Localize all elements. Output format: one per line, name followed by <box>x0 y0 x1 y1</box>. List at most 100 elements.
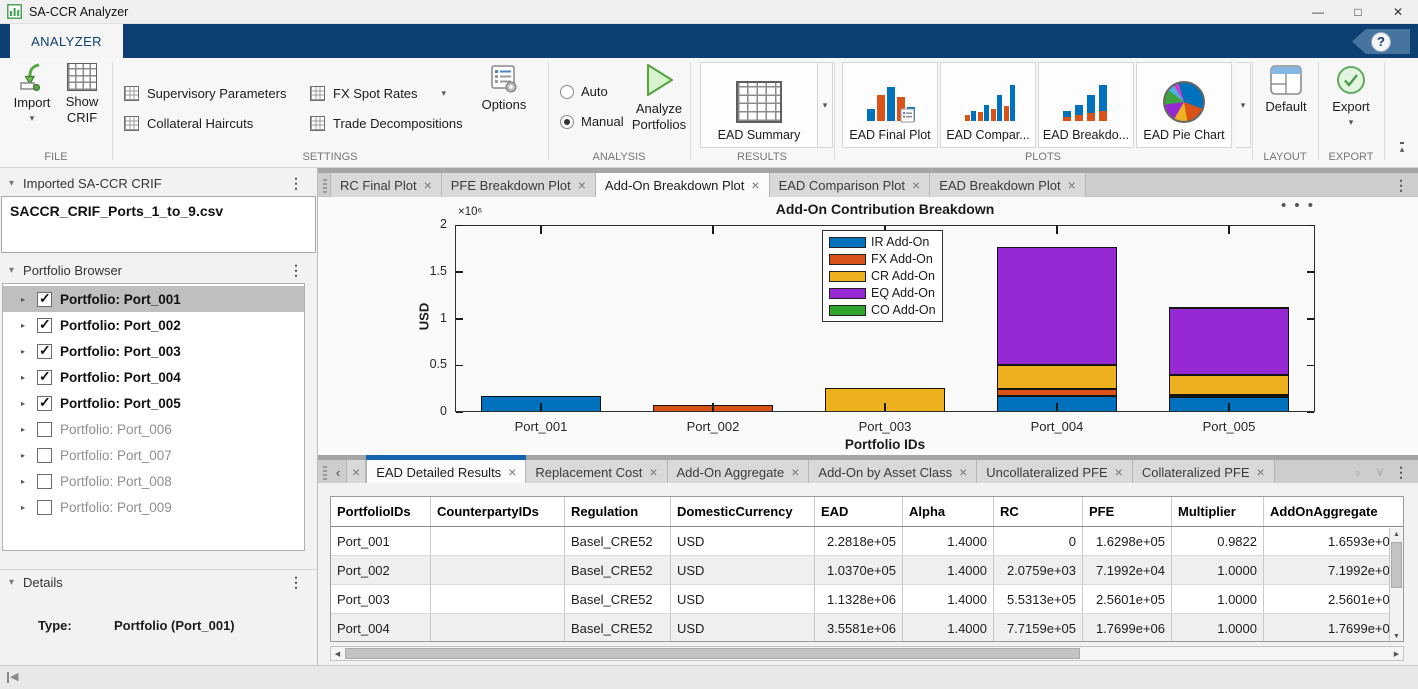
portfolio-item-port-009[interactable]: ▸Portfolio: Port_009 <box>3 494 304 520</box>
trade-decompositions-button[interactable]: Trade Decompositions <box>310 112 463 134</box>
table-cell[interactable]: Port_004 <box>331 614 431 642</box>
collapse-sidebar-icon[interactable]: ◀ <box>7 672 18 683</box>
manual-radio[interactable]: Manual <box>560 114 624 129</box>
ead-comparison-plot-button[interactable]: EAD Compar... <box>940 62 1036 148</box>
table-row-port-004[interactable]: Port_004Basel_CRE52USD3.5581e+061.40007.… <box>331 614 1403 642</box>
table-cell[interactable]: Basel_CRE52 <box>565 556 671 584</box>
table-cell[interactable]: 3.5581e+06 <box>815 614 903 642</box>
panel-menu-icon[interactable]: ⋮ <box>289 574 303 591</box>
result-tab-ead-detailed-results[interactable]: EAD Detailed Results× <box>366 460 526 484</box>
close-button[interactable]: ✕ <box>1378 0 1418 24</box>
table-cell[interactable]: 1.7699e+06 <box>1264 614 1404 642</box>
column-header-alpha[interactable]: Alpha <box>903 497 994 526</box>
close-icon[interactable]: × <box>424 178 432 192</box>
table-cell[interactable]: 0.9822 <box>1172 527 1264 555</box>
portfolio-item-port-008[interactable]: ▸Portfolio: Port_008 <box>3 468 304 494</box>
close-icon[interactable]: × <box>508 465 516 479</box>
panel-collapse-icon[interactable]: ▾ <box>9 178 14 189</box>
portfolio-item-port-001[interactable]: ▸Portfolio: Port_001 <box>3 286 304 312</box>
table-row-port-001[interactable]: Port_001Basel_CRE52USD2.2818e+051.400001… <box>331 527 1403 556</box>
expand-caret-icon[interactable]: ▸ <box>21 295 33 304</box>
close-icon[interactable]: × <box>912 178 920 192</box>
plot-tab-rc-final-plot[interactable]: RC Final Plot× <box>330 173 442 197</box>
column-header-rc[interactable]: RC <box>994 497 1083 526</box>
table-cell[interactable]: 7.1992e+04 <box>1083 556 1172 584</box>
scroll-down-arrow-icon[interactable]: ▼ <box>1390 630 1403 642</box>
table-cell[interactable]: 1.7699e+06 <box>1083 614 1172 642</box>
table-cell[interactable]: Basel_CRE52 <box>565 614 671 642</box>
expand-caret-icon[interactable]: ▸ <box>21 503 33 512</box>
options-button[interactable]: Options <box>476 64 532 113</box>
import-button[interactable]: Import ▾ <box>8 62 56 123</box>
horizontal-scroll-thumb[interactable] <box>345 648 1080 659</box>
tabbar-grip-icon[interactable] <box>321 177 328 193</box>
table-cell[interactable]: 1.4000 <box>903 614 994 642</box>
column-header-portfolioids[interactable]: PortfolioIDs <box>331 497 431 526</box>
collateral-haircuts-button[interactable]: Collateral Haircuts <box>124 112 253 134</box>
close-icon[interactable]: × <box>1257 465 1265 479</box>
portfolio-checkbox[interactable] <box>37 370 52 385</box>
table-cell[interactable] <box>431 614 565 642</box>
scroll-up-arrow-icon[interactable]: ▲ <box>1390 528 1403 541</box>
table-cell[interactable]: 1.4000 <box>903 527 994 555</box>
table-cell[interactable]: 5.5313e+05 <box>994 585 1083 613</box>
table-cell[interactable]: 1.6593e+05 <box>1264 527 1404 555</box>
close-icon[interactable]: × <box>649 465 657 479</box>
table-cell[interactable]: 2.5601e+05 <box>1264 585 1404 613</box>
plot-tab-ead-comparison-plot[interactable]: EAD Comparison Plot× <box>770 173 931 197</box>
table-cell[interactable]: 0 <box>994 527 1083 555</box>
result-tab-add-on-by-asset-class[interactable]: Add-On by Asset Class× <box>809 460 977 484</box>
table-cell[interactable]: USD <box>671 614 815 642</box>
table-cell[interactable]: 2.0759e+03 <box>994 556 1083 584</box>
fx-spot-rates-button[interactable]: FX Spot Rates ▾ <box>310 82 446 104</box>
table-cell[interactable]: Port_002 <box>331 556 431 584</box>
portfolio-checkbox[interactable] <box>37 292 52 307</box>
table-tabbar-menu-icon[interactable]: ⋮ <box>1394 464 1408 481</box>
plot-tab-ead-breakdown-plot[interactable]: EAD Breakdown Plot× <box>930 173 1086 197</box>
ead-final-plot-button[interactable]: EAD Final Plot <box>842 62 938 148</box>
table-cell[interactable]: USD <box>671 527 815 555</box>
minimize-button[interactable]: — <box>1298 0 1338 24</box>
table-cell[interactable]: 1.4000 <box>903 556 994 584</box>
table-cell[interactable]: Basel_CRE52 <box>565 585 671 613</box>
column-header-addonaggregate[interactable]: AddOnAggregate <box>1264 497 1404 526</box>
result-tab-uncollateralized-pfe[interactable]: Uncollateralized PFE× <box>977 460 1133 484</box>
results-dropdown-button[interactable]: ▾ <box>818 62 833 148</box>
portfolio-checkbox[interactable] <box>37 500 52 515</box>
supervisory-parameters-button[interactable]: Supervisory Parameters <box>124 82 286 104</box>
table-cell[interactable]: USD <box>671 585 815 613</box>
column-header-regulation[interactable]: Regulation <box>565 497 671 526</box>
table-cell[interactable]: 1.0000 <box>1172 585 1264 613</box>
help-button[interactable]: ? <box>1352 29 1410 54</box>
portfolio-item-port-002[interactable]: ▸Portfolio: Port_002 <box>3 312 304 338</box>
table-cell[interactable]: 7.1992e+04 <box>1264 556 1404 584</box>
tab-fragment[interactable]: × <box>346 460 366 484</box>
imported-crif-file[interactable]: SACCR_CRIF_Ports_1_to_9.csv <box>1 196 316 253</box>
table-row-port-002[interactable]: Port_002Basel_CRE52USD1.0370e+051.40002.… <box>331 556 1403 585</box>
expand-caret-icon[interactable]: ▸ <box>21 347 33 356</box>
table-cell[interactable]: 2.2818e+05 <box>815 527 903 555</box>
close-icon[interactable]: × <box>1068 178 1076 192</box>
portfolio-item-port-005[interactable]: ▸Portfolio: Port_005 <box>3 390 304 416</box>
vertical-scroll-thumb[interactable] <box>1391 542 1402 588</box>
table-cell[interactable] <box>431 527 565 555</box>
analyze-portfolios-button[interactable]: Analyze Portfolios <box>628 62 690 133</box>
close-icon[interactable]: × <box>959 465 967 479</box>
maximize-button[interactable]: □ <box>1338 0 1378 24</box>
expand-caret-icon[interactable]: ▸ <box>21 451 33 460</box>
plot-tab-pfe-breakdown-plot[interactable]: PFE Breakdown Plot× <box>442 173 596 197</box>
column-header-ead[interactable]: EAD <box>815 497 903 526</box>
result-tab-add-on-aggregate[interactable]: Add-On Aggregate× <box>668 460 810 484</box>
scroll-right-arrow-icon[interactable]: ▶ <box>1390 650 1403 658</box>
portfolio-checkbox[interactable] <box>37 344 52 359</box>
portfolio-item-port-003[interactable]: ▸Portfolio: Port_003 <box>3 338 304 364</box>
table-cell[interactable]: Basel_CRE52 <box>565 527 671 555</box>
table-cell[interactable]: Port_003 <box>331 585 431 613</box>
panel-collapse-icon[interactable]: ▾ <box>9 265 14 276</box>
portfolio-item-port-006[interactable]: ▸Portfolio: Port_006 <box>3 416 304 442</box>
portfolio-checkbox[interactable] <box>37 448 52 463</box>
collapse-ribbon-button[interactable]: ▴ <box>1392 142 1412 157</box>
table-cell[interactable]: 1.6298e+05 <box>1083 527 1172 555</box>
expand-caret-icon[interactable]: ▸ <box>21 477 33 486</box>
portfolio-browser-panel-header[interactable]: ▾ Portfolio Browser ⋮ <box>0 257 317 283</box>
